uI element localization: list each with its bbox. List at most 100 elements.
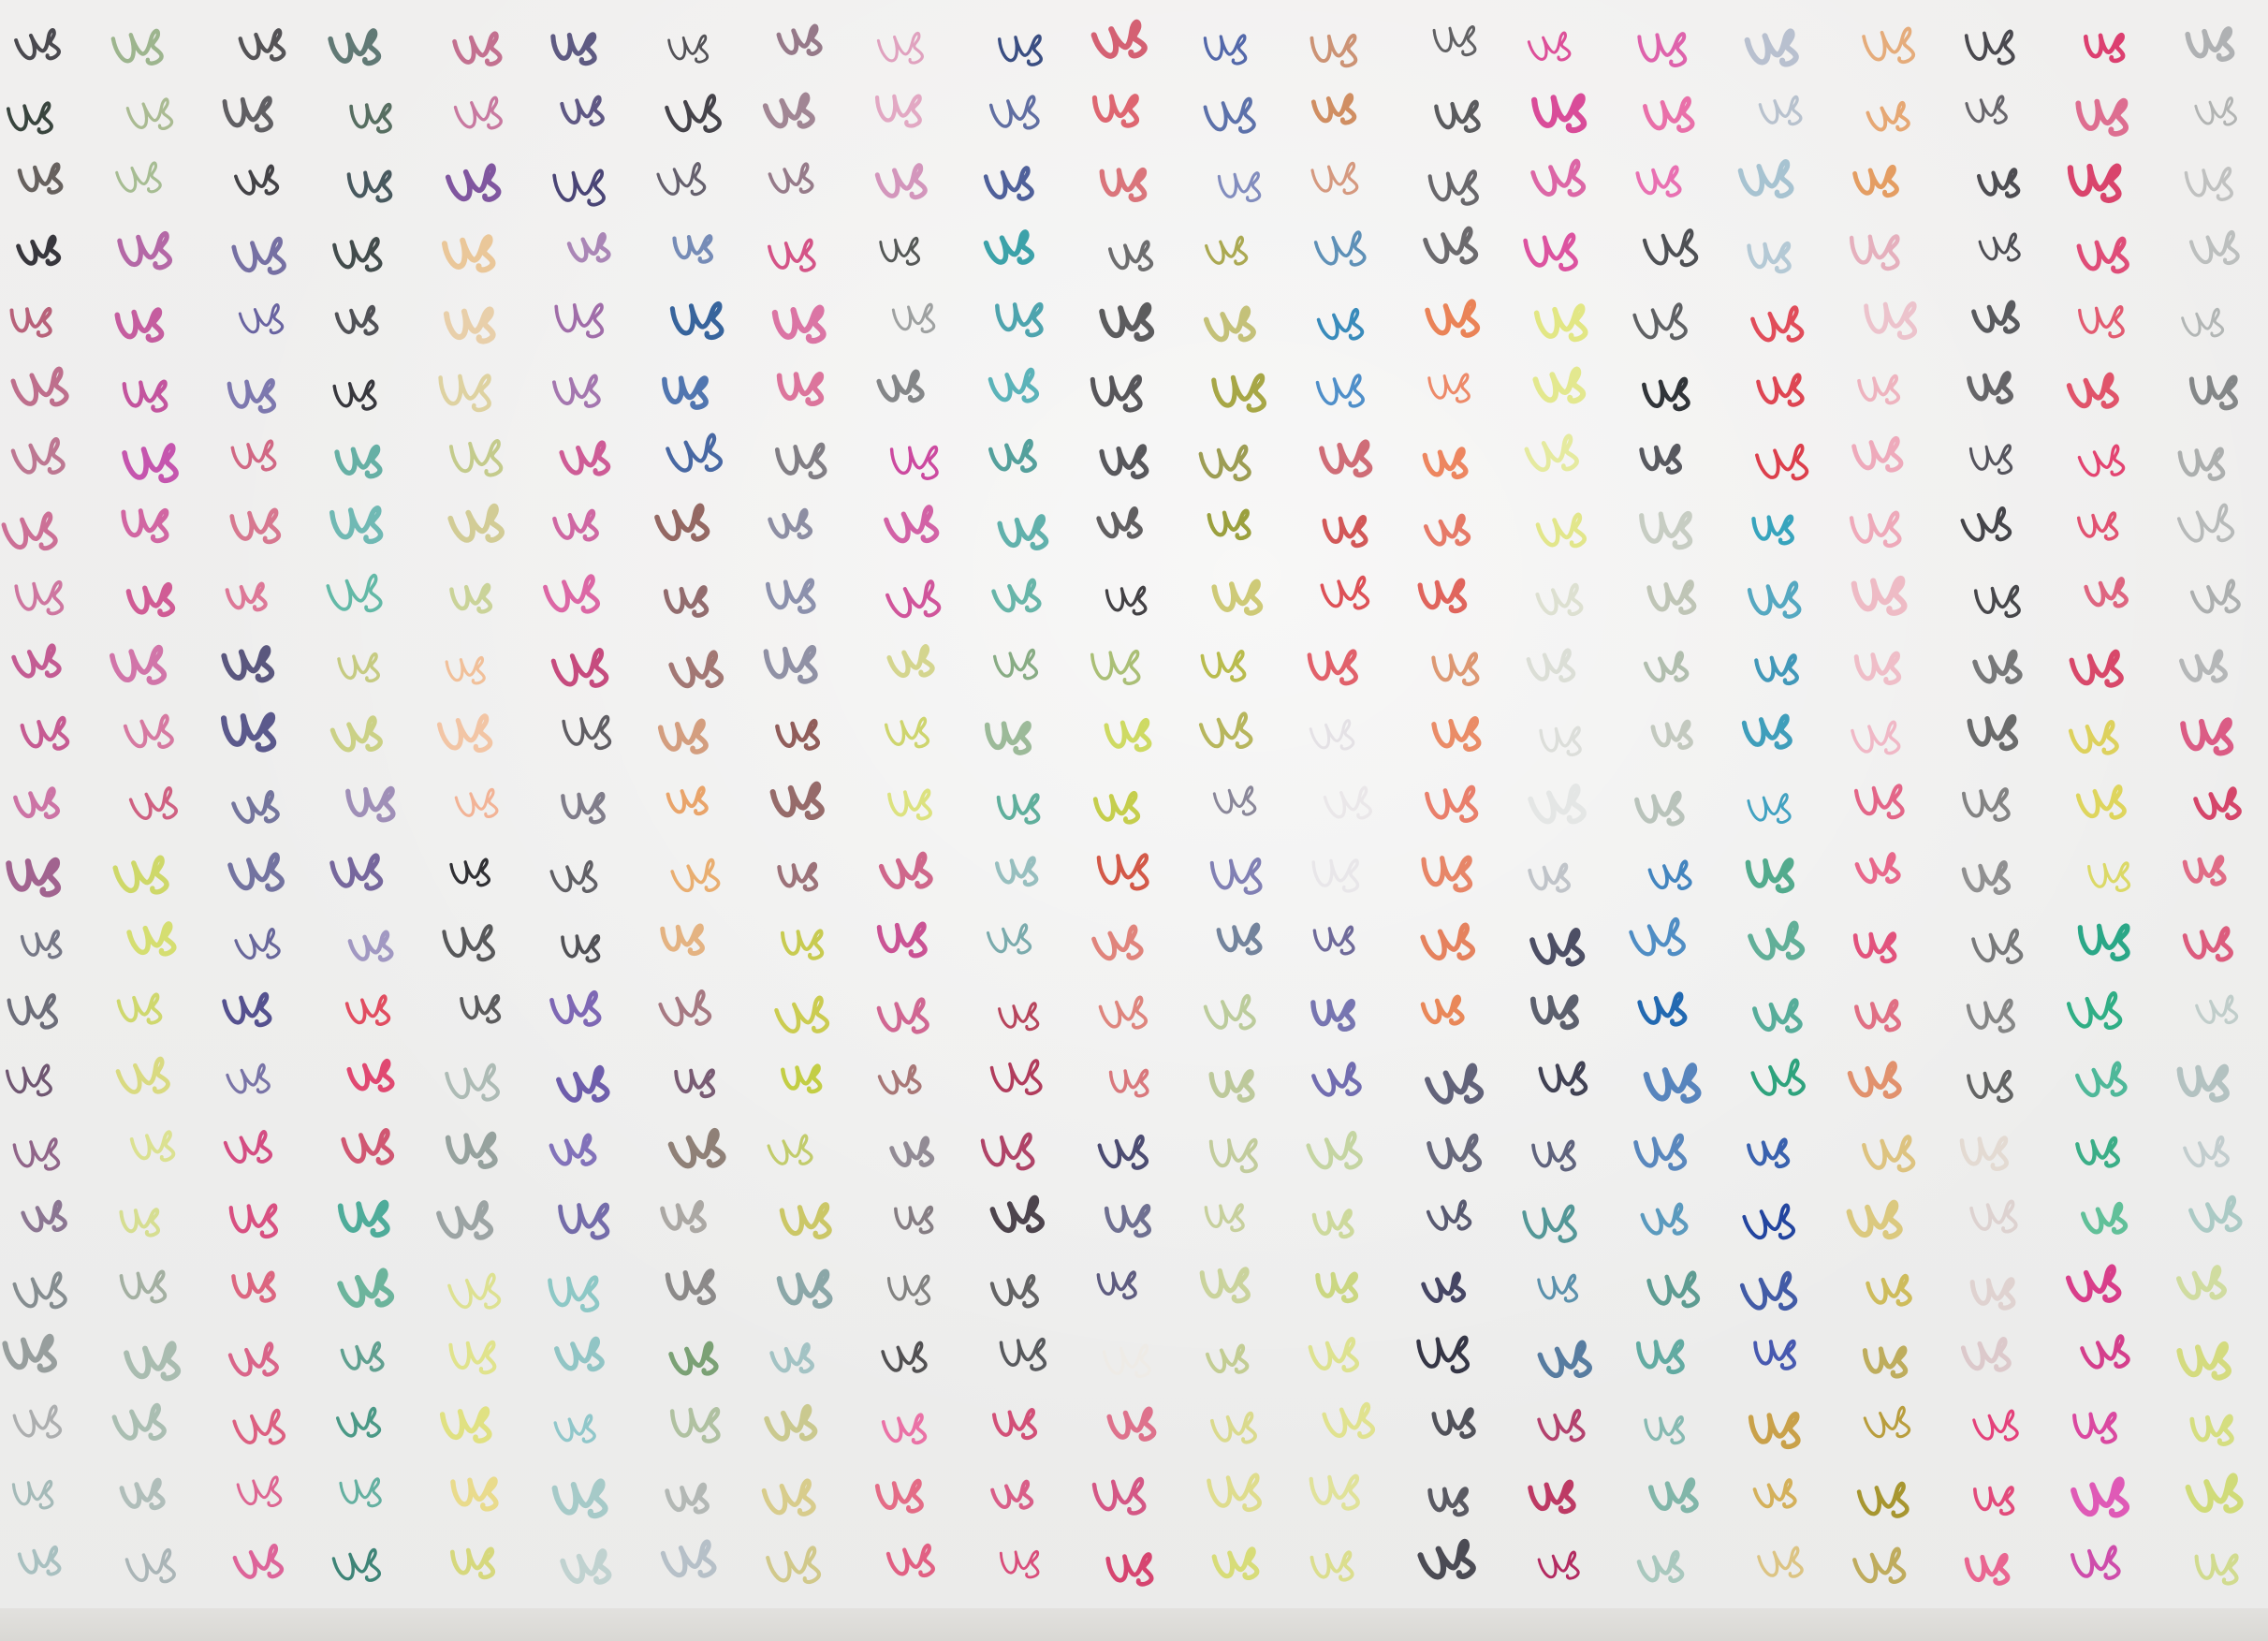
ink-stroke [1523, 232, 1579, 271]
ink-stroke [656, 161, 707, 197]
ink-stroke [220, 711, 277, 753]
ink-stroke [1641, 377, 1690, 412]
ink-stroke [889, 1136, 935, 1168]
ink-stroke [776, 23, 823, 56]
ink-stroke [2182, 926, 2233, 962]
ink-stroke [1099, 168, 1148, 203]
ink-stroke [435, 1200, 493, 1240]
ink-stroke [776, 1268, 833, 1310]
ink-stroke [893, 1205, 934, 1235]
ink-stroke [1862, 1135, 1916, 1173]
ink-stroke [1969, 1199, 2019, 1234]
ink-stroke [234, 927, 281, 960]
ink-stroke [763, 92, 816, 129]
ink-stroke [1960, 505, 2012, 542]
ink-swatch [1091, 94, 1139, 129]
ink-stroke [552, 508, 600, 542]
ink-stroke [117, 231, 172, 271]
ink-stroke [450, 1546, 496, 1580]
ink-stroke [339, 1477, 382, 1508]
ink-stroke [991, 579, 1042, 613]
ink-swatch [670, 1407, 721, 1444]
ink-stroke [227, 851, 285, 892]
ink-stroke [666, 432, 724, 473]
ink-stroke [1854, 999, 1902, 1033]
ink-stroke [329, 715, 383, 753]
ink-stroke [988, 439, 1037, 474]
ink-stroke [228, 1203, 279, 1239]
ink-stroke [1738, 159, 1794, 199]
ink-stroke [1527, 1479, 1576, 1515]
ink-stroke [1098, 995, 1148, 1030]
ink-stroke [1959, 1135, 2009, 1171]
ink-stroke [1105, 586, 1148, 616]
ink-stroke [876, 369, 925, 403]
ink-stroke [2080, 1201, 2128, 1235]
ink-stroke [1104, 717, 1151, 752]
ink-stroke [222, 95, 274, 133]
ink-stroke [1310, 1550, 1354, 1582]
ink-stroke [446, 163, 502, 202]
ink-stroke [2066, 373, 2119, 410]
ink-stroke [129, 1130, 176, 1163]
ink-stroke [1970, 300, 2020, 335]
ink-stroke [232, 1409, 286, 1445]
ink-stroke [995, 302, 1044, 338]
ink-stroke [1851, 720, 1901, 755]
ink-stroke [1421, 1271, 1467, 1303]
ink-stroke [7, 993, 58, 1030]
ink-stroke [1537, 1061, 1588, 1096]
ink-stroke [10, 366, 69, 407]
ink-swatch [886, 1274, 930, 1306]
ink-swatch [554, 302, 605, 339]
ink-swatch [2075, 98, 2129, 138]
ink-stroke [1537, 1550, 1580, 1580]
ink-stroke [1199, 1267, 1251, 1304]
ink-stroke [1639, 510, 1693, 550]
ink-stroke [1966, 998, 2016, 1033]
ink-stroke [2070, 1545, 2121, 1580]
ink-stroke [349, 102, 393, 134]
ink-stroke [223, 1130, 273, 1165]
ink-stroke [2077, 923, 2130, 962]
ink-swatch [550, 32, 597, 66]
ink-stroke [2065, 1264, 2121, 1304]
ink-stroke [1096, 852, 1149, 891]
ink-stroke [14, 579, 64, 615]
ink-stroke [12, 1136, 61, 1171]
ink-stroke [1747, 1137, 1791, 1169]
ink-swatch [1852, 931, 1897, 964]
ink-stroke [1634, 790, 1685, 827]
ink-stroke [116, 992, 162, 1025]
ink-stroke [2178, 649, 2228, 683]
ink-swatch [558, 1202, 610, 1240]
ink-stroke [566, 232, 611, 263]
ink-stroke [660, 1539, 717, 1578]
ink-swatch [1310, 999, 1355, 1033]
ink-stroke [2188, 374, 2238, 411]
ink-stroke [13, 786, 61, 820]
ink-stroke [445, 655, 487, 684]
ink-stroke [1422, 446, 1469, 479]
ink-stroke [764, 1404, 818, 1443]
ink-stroke [1646, 579, 1697, 616]
ink-stroke [2, 1333, 58, 1373]
ink-stroke [2190, 579, 2242, 614]
ink-stroke [1313, 230, 1367, 267]
ink-stroke [445, 1062, 501, 1102]
ink-stroke [225, 582, 268, 612]
ink-stroke [1755, 443, 1809, 481]
ink-stroke [1861, 26, 1915, 65]
ink-stroke [2184, 166, 2234, 201]
ink-stroke [2177, 447, 2225, 481]
ink-stroke [2068, 719, 2119, 755]
ink-stroke [2076, 236, 2130, 273]
ink-stroke [1637, 991, 1688, 1028]
ink-stroke [554, 1336, 605, 1372]
ink-stroke [767, 1134, 813, 1166]
ink-swatch [781, 929, 825, 960]
ink-stroke [554, 302, 605, 339]
ink-stroke [2069, 650, 2124, 689]
ink-stroke [1744, 28, 1799, 67]
ink-stroke [1851, 435, 1904, 473]
